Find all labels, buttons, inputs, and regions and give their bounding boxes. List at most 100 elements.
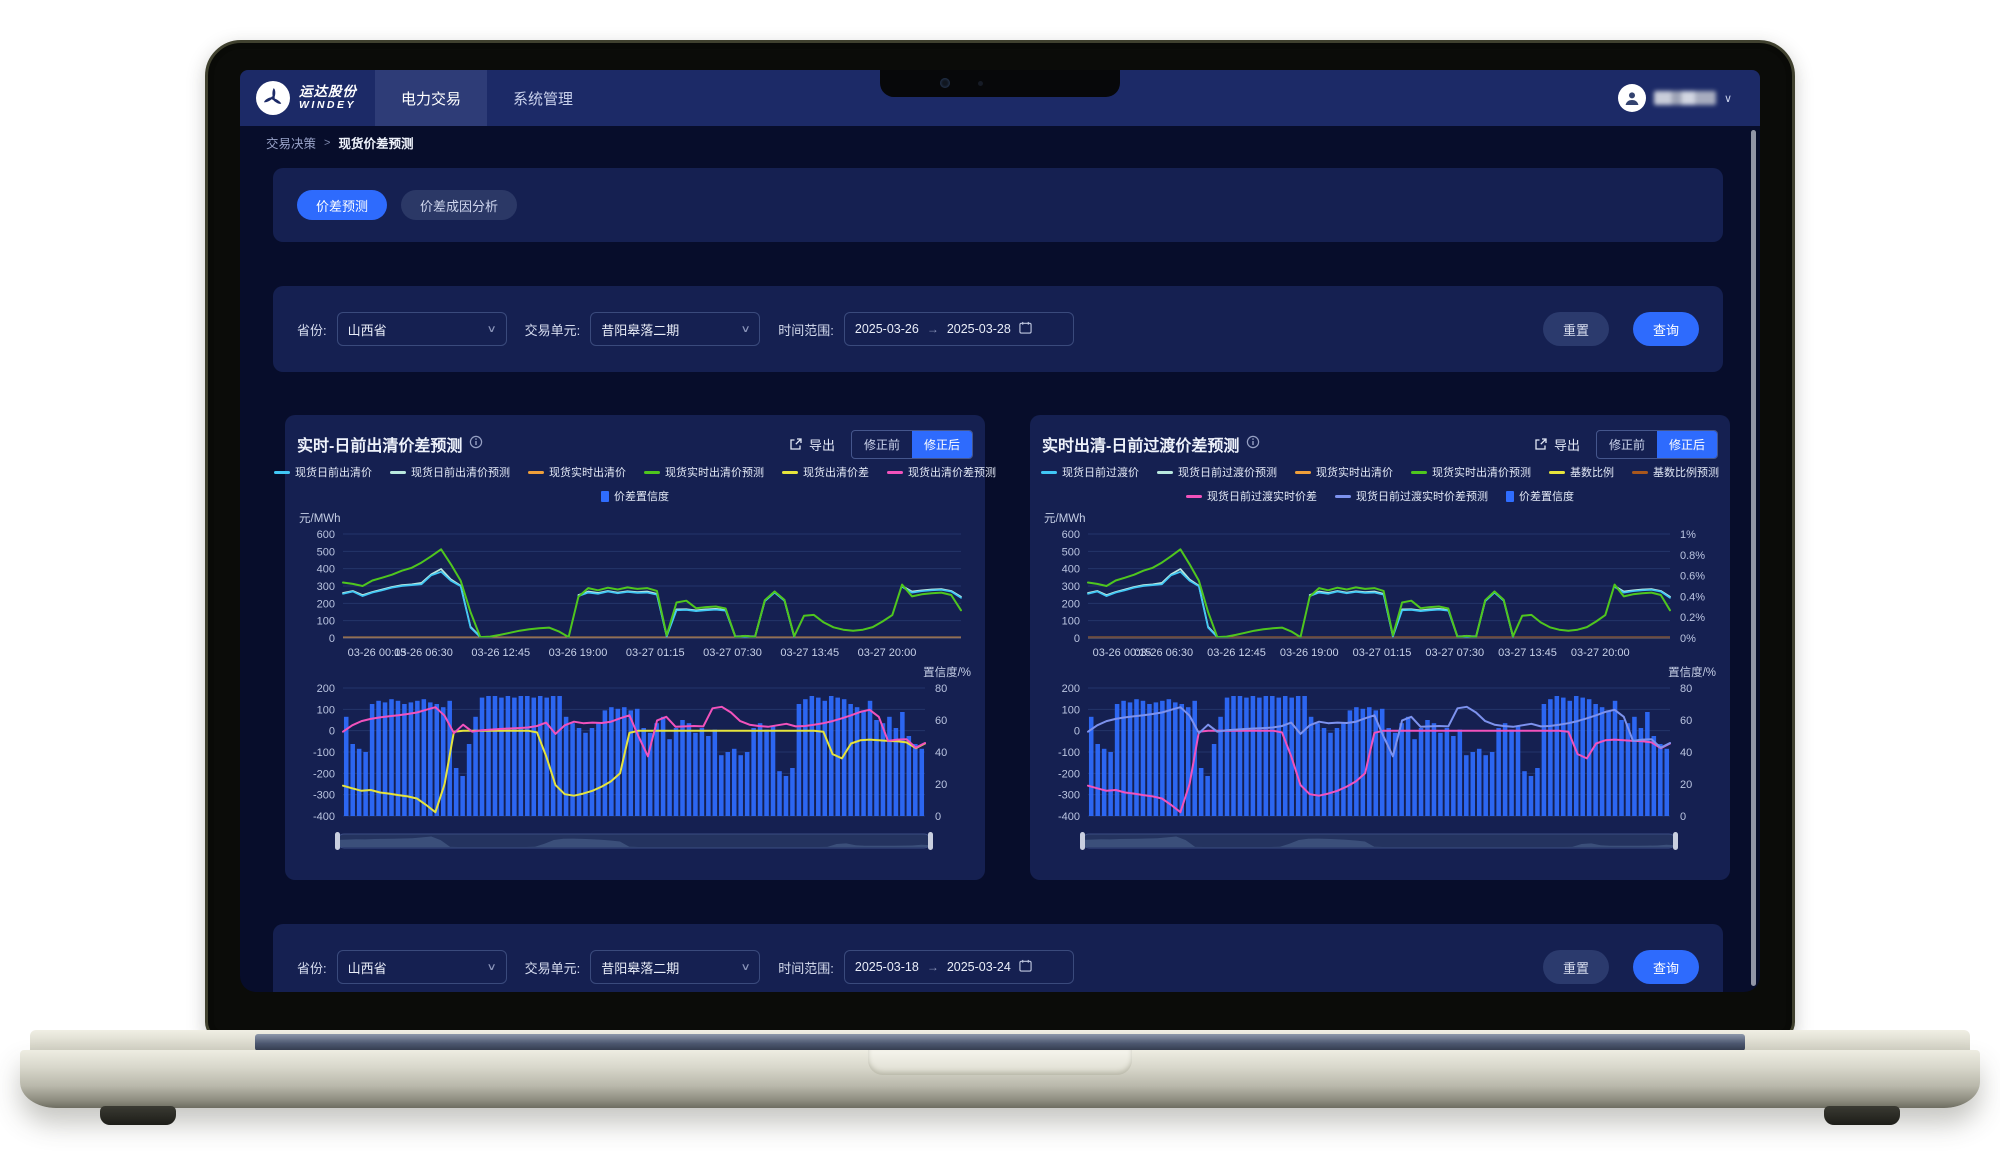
breadcrumb-item-current: 现货价差预测 — [338, 133, 413, 152]
spread-confidence-chart[interactable]: 置信度/%2001000-100-200-300-400806040200 — [1042, 664, 1718, 864]
svg-text:-100: -100 — [313, 747, 335, 759]
filter-bar-bottom: 省份: 山西省 ∨ 交易单元: 昔阳皋落二期 ∨ 时间范围: 2025-03-1… — [273, 924, 1723, 992]
svg-text:03-26 12:45: 03-26 12:45 — [1207, 647, 1266, 659]
svg-text:60: 60 — [935, 715, 947, 727]
legend-swatch-icon — [1411, 471, 1427, 474]
legend-item[interactable]: 现货出清价差 — [782, 464, 869, 480]
svg-text:60: 60 — [1680, 715, 1692, 727]
legend-item[interactable]: 现货日前过渡实时价差 — [1186, 488, 1317, 504]
trade-unit-select[interactable]: 昔阳皋落二期 ∨ — [590, 312, 760, 346]
legend-item[interactable]: 基数比例预测 — [1632, 464, 1719, 480]
chevron-down-icon: ∨ — [1724, 92, 1732, 105]
svg-text:03-27 07:30: 03-27 07:30 — [703, 647, 762, 659]
svg-text:0: 0 — [1680, 811, 1686, 823]
svg-text:元/MWh: 元/MWh — [1044, 513, 1086, 525]
svg-text:400: 400 — [317, 564, 335, 576]
query-button[interactable]: 查询 — [1633, 950, 1699, 984]
trade-unit-value: 昔阳皋落二期 — [601, 958, 679, 977]
info-icon[interactable] — [1246, 435, 1260, 454]
query-button[interactable]: 查询 — [1633, 312, 1699, 346]
svg-text:03-26 19:00: 03-26 19:00 — [1280, 647, 1339, 659]
province-label: 省份: — [297, 320, 327, 339]
panel-realtime-dayahead-transition: 实时出清-日前过渡价差预测 导出 修正前 修正后 现货日前过渡价 — [1030, 415, 1730, 880]
svg-text:0: 0 — [935, 811, 941, 823]
chevron-down-icon: ∨ — [740, 324, 750, 335]
svg-text:300: 300 — [1062, 581, 1080, 593]
brand-name-en: WINDEY — [299, 100, 357, 111]
legend-item[interactable]: 现货实时出清价预测 — [644, 464, 764, 480]
province-value: 山西省 — [348, 320, 387, 339]
legend-item[interactable]: 基数比例 — [1549, 464, 1614, 480]
price-line-chart[interactable]: 元/MWh60050040030020010001%0.8%0.6%0.4%0.… — [1042, 508, 1718, 664]
brand-text: 运达股份 WINDEY — [299, 85, 357, 110]
legend-item[interactable]: 现货实时出清价预测 — [1411, 464, 1531, 480]
panel-title: 实时-日前出清价差预测 — [297, 432, 462, 456]
time-range-label: 时间范围: — [778, 958, 834, 977]
legend-item[interactable]: 价差置信度 — [601, 488, 669, 504]
legend-item[interactable]: 现货日前过渡实时价差预测 — [1335, 488, 1488, 504]
reset-button[interactable]: 重置 — [1543, 312, 1609, 346]
toggle-before-correction[interactable]: 修正前 — [852, 431, 912, 458]
svg-text:03-27 13:45: 03-27 13:45 — [780, 647, 839, 659]
date-range-picker[interactable]: 2025-03-26 → 2025-03-28 — [844, 312, 1074, 346]
legend-row-1: 现货日前出清价现货日前出清价预测现货实时出清价现货实时出清价预测现货出清价差现货… — [297, 460, 973, 484]
nav-menu: 电力交易 系统管理 — [375, 70, 599, 126]
range-arrow-icon: → — [927, 960, 939, 974]
toggle-after-correction[interactable]: 修正后 — [912, 431, 972, 458]
tab-spread-forecast[interactable]: 价差预测 — [297, 190, 387, 220]
toggle-after-correction[interactable]: 修正后 — [1657, 431, 1717, 458]
svg-text:500: 500 — [1062, 546, 1080, 558]
svg-text:元/MWh: 元/MWh — [299, 513, 341, 525]
svg-text:1%: 1% — [1680, 529, 1696, 541]
breadcrumb-item-parent[interactable]: 交易决策 — [266, 133, 316, 152]
trade-unit-select[interactable]: 昔阳皋落二期 ∨ — [590, 950, 760, 984]
svg-text:-100: -100 — [1058, 747, 1080, 759]
province-select[interactable]: 山西省 ∨ — [337, 312, 507, 346]
svg-text:-300: -300 — [1058, 790, 1080, 802]
nav-item-system-admin[interactable]: 系统管理 — [487, 70, 599, 126]
export-button[interactable]: 导出 — [1534, 435, 1580, 454]
user-menu[interactable]: ∨ — [1618, 70, 1760, 126]
toggle-before-correction[interactable]: 修正前 — [1597, 431, 1657, 458]
svg-text:0: 0 — [329, 726, 335, 738]
camera-notch — [880, 70, 1120, 97]
svg-text:100: 100 — [317, 616, 335, 628]
legend-item[interactable]: 现货出清价差预测 — [887, 464, 996, 480]
range-arrow-icon: → — [927, 322, 939, 336]
legend-item[interactable]: 现货日前出清价 — [274, 464, 372, 480]
svg-text:0%: 0% — [1680, 633, 1696, 645]
info-icon[interactable] — [469, 435, 483, 454]
legend-item[interactable]: 现货日前过渡价 — [1041, 464, 1139, 480]
date-end: 2025-03-28 — [947, 322, 1011, 336]
trade-unit-label: 交易单元: — [525, 958, 581, 977]
lid-opening-scoop — [868, 1050, 1132, 1075]
legend-item[interactable]: 现货日前出清价预测 — [390, 464, 510, 480]
svg-text:20: 20 — [1680, 779, 1692, 791]
legend-item[interactable]: 价差置信度 — [1506, 488, 1574, 504]
svg-text:03-26 12:45: 03-26 12:45 — [471, 647, 530, 659]
svg-text:200: 200 — [1062, 598, 1080, 610]
page-scrollbar[interactable] — [1751, 130, 1756, 986]
province-select[interactable]: 山西省 ∨ — [337, 950, 507, 984]
legend-item[interactable]: 现货日前过渡价预测 — [1157, 464, 1277, 480]
nav-item-power-trading[interactable]: 电力交易 — [375, 70, 487, 126]
price-line-chart[interactable]: 元/MWh600500400300200100003-26 00:1503-26… — [297, 508, 973, 664]
date-range-picker[interactable]: 2025-03-18 → 2025-03-24 — [844, 950, 1074, 984]
export-button[interactable]: 导出 — [789, 435, 835, 454]
camera-indicator-icon — [978, 81, 983, 86]
legend-swatch-icon — [601, 491, 609, 502]
legend-swatch-icon — [528, 471, 544, 474]
svg-text:20: 20 — [935, 779, 947, 791]
legend-item[interactable]: 现货实时出清价 — [528, 464, 626, 480]
webcam-icon — [940, 78, 950, 88]
trade-unit-value: 昔阳皋落二期 — [601, 320, 679, 339]
legend-swatch-icon — [274, 471, 290, 474]
legend-swatch-icon — [1549, 471, 1565, 474]
legend-item[interactable]: 现货实时出清价 — [1295, 464, 1393, 480]
svg-text:03-27 13:45: 03-27 13:45 — [1498, 647, 1557, 659]
tab-spread-cause-analysis[interactable]: 价差成因分析 — [401, 190, 517, 220]
breadcrumb-separator: > — [324, 137, 330, 149]
reset-button[interactable]: 重置 — [1543, 950, 1609, 984]
svg-text:03-27 01:15: 03-27 01:15 — [1353, 647, 1412, 659]
spread-confidence-chart[interactable]: 置信度/%2001000-100-200-300-400806040200 — [297, 664, 973, 864]
